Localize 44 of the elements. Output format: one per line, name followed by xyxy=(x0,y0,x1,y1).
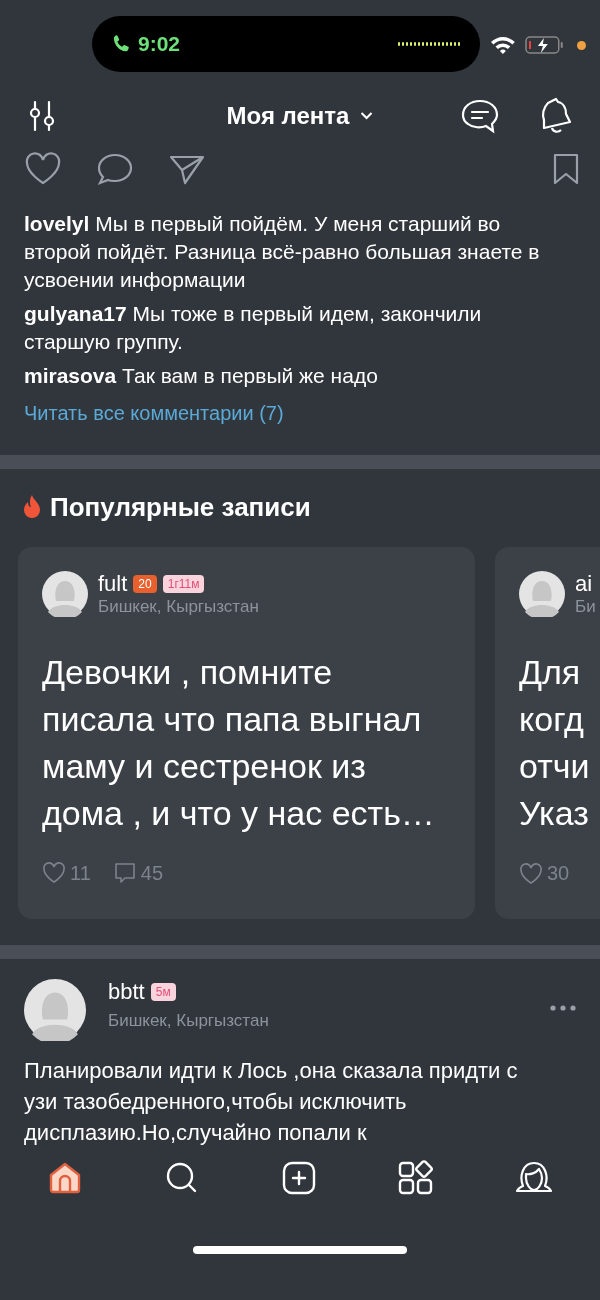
battery-icon xyxy=(525,35,566,55)
username: fult xyxy=(98,571,128,597)
comment-count: 45 xyxy=(140,861,163,885)
post-preview-text: Девочки , помните писала что папа выгнал маму и сестренок из дома , и что у нас есть… xyxy=(42,652,436,834)
username: ai xyxy=(575,571,593,597)
like-count: 11 xyxy=(70,861,91,885)
avatar-icon xyxy=(42,571,88,617)
post-text: Планировали идти к Лось ,она сказала придти с узи тазобедренного,чтобы исключить дисплазию.Но,случайно попали к xyxy=(24,1057,519,1147)
heart-icon[interactable] xyxy=(24,152,62,186)
location-text: Бишкек, Кыргызстан xyxy=(98,597,259,616)
more-icon[interactable] xyxy=(550,1005,576,1011)
age-badge: 1г11м xyxy=(162,575,205,593)
avatar-icon xyxy=(24,979,86,1041)
age-badge: 5м xyxy=(150,983,176,1001)
section-title: Популярные записи xyxy=(50,491,311,523)
flame-icon xyxy=(22,494,42,520)
comment-text: gulyana17 Мы тоже в первый идем, закончили старшую группу. xyxy=(24,301,483,355)
apps-tab[interactable] xyxy=(398,1160,435,1196)
post-preview-text: когд xyxy=(519,699,585,740)
post-preview-text: отчи xyxy=(519,746,591,787)
status-time: 9:02 xyxy=(138,32,181,56)
location-text: Би xyxy=(575,597,596,616)
post-card[interactable]: fult 20 1г11м Бишкек, Кыргызстан Девочки , помните писала что папа выгнал маму и сестренок из дома , и что у нас есть… 11 45 xyxy=(18,547,475,919)
chevron-down-icon xyxy=(359,111,374,121)
heart-icon[interactable] xyxy=(519,862,543,885)
post-card[interactable]: ai Би Для когд отчи Указ 30 xyxy=(495,547,600,919)
heart-icon[interactable] xyxy=(42,862,66,884)
wifi-icon xyxy=(489,35,516,55)
feed-selector[interactable]: Моя лента xyxy=(226,102,374,130)
chat-icon[interactable] xyxy=(460,98,500,134)
username: bbtt xyxy=(108,979,145,1005)
comment-text: mirasova Так вам в первый же надо xyxy=(24,363,379,389)
add-tab[interactable] xyxy=(280,1160,317,1196)
comment-icon[interactable] xyxy=(96,152,134,186)
read-all-comments-link[interactable]: Читать все комментарии (7) xyxy=(24,402,284,425)
audio-wave-icon xyxy=(397,41,460,47)
bookmark-icon[interactable] xyxy=(552,152,580,186)
like-count: 30 xyxy=(547,862,570,885)
level-badge: 20 xyxy=(133,575,157,593)
location-text: Бишкек, Кыргызстан xyxy=(108,1011,269,1031)
avatar-icon xyxy=(519,571,565,617)
post-preview-text: Для xyxy=(519,652,582,693)
privacy-dot xyxy=(577,40,586,50)
post-preview-text: Указ xyxy=(519,793,590,834)
